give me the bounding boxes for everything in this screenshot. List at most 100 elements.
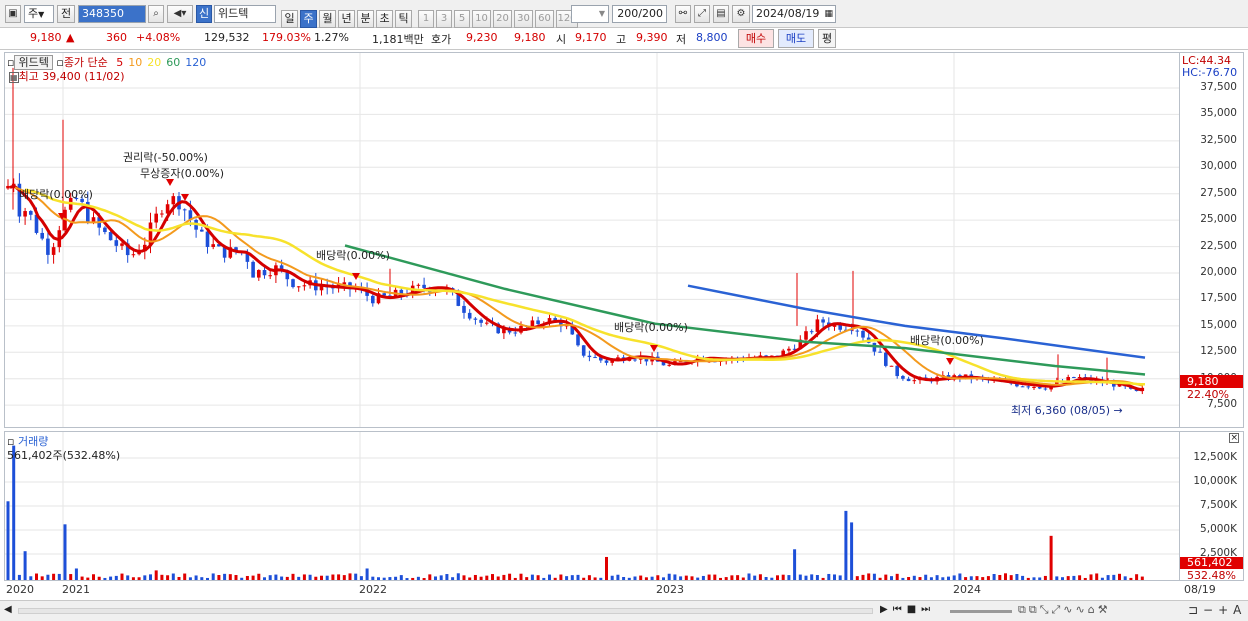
open-label: 시	[556, 33, 567, 46]
volume-bar	[285, 576, 289, 580]
volume-tick-label: 7,500K	[1200, 499, 1237, 511]
interval-button[interactable]: 1	[418, 10, 434, 28]
volume-bar	[776, 575, 779, 580]
candle-body	[604, 360, 609, 363]
tab-period[interactable]: 일	[281, 10, 298, 28]
drawing-tools-icons[interactable]: ⧉⧉⤡⤢∿∿⌂⚒	[1018, 603, 1111, 617]
interval-button[interactable]: 10	[472, 10, 491, 28]
tab-period[interactable]: 주	[300, 10, 317, 28]
volume-chart-svg	[5, 432, 1179, 580]
volume-tick-label: 12,500K	[1193, 451, 1237, 463]
save-icon[interactable]: ▤	[713, 5, 729, 23]
candle-body	[884, 352, 888, 366]
code-input[interactable]: 348350	[78, 5, 146, 23]
volume-bar	[696, 577, 700, 580]
candle-body	[268, 275, 272, 277]
tab-period[interactable]: 초	[376, 10, 393, 28]
speaker-icon[interactable]: ◀▾	[167, 5, 193, 23]
tab-period[interactable]: 월	[319, 10, 336, 28]
playback-icons[interactable]: ▶⏮■⏭	[880, 604, 935, 615]
volume-bar	[1038, 577, 1042, 580]
candle-body	[667, 364, 671, 366]
interval-button[interactable]: 20	[493, 10, 512, 28]
volume-bar	[23, 551, 27, 580]
volume-bar	[1021, 575, 1025, 580]
candle-body	[513, 332, 518, 334]
volume-bar	[964, 577, 968, 580]
interval-button[interactable]: 30	[514, 10, 533, 28]
volume-bar	[382, 577, 386, 580]
interval-select[interactable]: ▼	[571, 5, 609, 23]
stock-name-field[interactable]: 위드텍	[214, 5, 276, 23]
volume-bar	[1026, 577, 1030, 580]
candle-body	[536, 320, 540, 325]
sin-button[interactable]: 신	[196, 5, 212, 23]
volume-bar	[707, 574, 711, 580]
candle-body	[302, 285, 307, 287]
volume-bar	[1095, 573, 1099, 580]
tab-period[interactable]: 년	[338, 10, 355, 28]
price-tick-label: 25,000	[1200, 213, 1237, 226]
zoom-controls-icons[interactable]: ⊐−+A	[1188, 603, 1246, 617]
candle-body	[1026, 386, 1031, 388]
volume-axis[interactable]: × 12,500K 10,000K 7,500K 5,000K 2,500K 561,4…	[1180, 431, 1244, 581]
price-axis[interactable]: LC:44.34 HC:-76.70 37,500 35,000 32,500 30,…	[1180, 52, 1244, 428]
link-icon[interactable]: ⚯	[675, 5, 691, 23]
volume-bar	[622, 576, 626, 580]
annotation-dividend: 배당락(0.00%)	[316, 249, 390, 262]
volume-bar	[907, 577, 911, 580]
volume-chart-panel[interactable]: ▫ 거래량 561,402주(532.48%)	[4, 431, 1180, 581]
candle-body	[46, 238, 50, 255]
scrollbar-track[interactable]	[18, 608, 873, 614]
interval-button[interactable]: 3	[436, 10, 452, 28]
volume-bar	[468, 577, 472, 580]
volume-bar	[308, 574, 312, 580]
price-tick-label: 17,500	[1200, 292, 1237, 305]
price-chart-panel[interactable]: ▫ 위드텍 ▫종가 단순 5 10 20 60 120 ▦최고 39,400 (11/02…	[4, 52, 1180, 428]
period-select[interactable]: 주▼	[24, 5, 54, 23]
volume-bar	[1032, 577, 1036, 580]
buy-button[interactable]: 매수	[738, 29, 774, 48]
price-tick-label: 12,500	[1200, 345, 1237, 358]
volume-bar	[1106, 575, 1110, 580]
candle-body	[878, 351, 882, 353]
sell-button[interactable]: 매도	[778, 29, 814, 48]
search-icon[interactable]: ⌕	[148, 5, 164, 23]
candle-body	[262, 270, 267, 276]
volume-bar	[35, 573, 38, 580]
ma-legend-item: 60	[166, 56, 181, 69]
tab-period[interactable]: 틱	[395, 10, 412, 28]
candle-body	[211, 244, 215, 247]
scroll-left-icon[interactable]: ◀	[4, 604, 12, 615]
prev-button[interactable]: 전	[57, 5, 75, 23]
volume-bar	[764, 576, 768, 580]
layout-icon[interactable]: ▣	[5, 5, 21, 23]
interval-button[interactable]: 5	[454, 10, 470, 28]
count-field[interactable]: 200/200	[612, 5, 667, 23]
ma-legend-item: 10	[128, 56, 143, 69]
price-tick-label: 15,000	[1200, 318, 1237, 331]
tab-period[interactable]: 분	[357, 10, 374, 28]
close-panel-icon[interactable]: ×	[1229, 433, 1239, 443]
low-label: 저	[676, 33, 687, 46]
arrow-right-icon: →	[1113, 404, 1123, 417]
chevron-down-icon: ▼	[38, 10, 45, 19]
volume-bar	[1118, 573, 1121, 580]
crosshair-icon[interactable]: ⤢	[694, 5, 710, 23]
candle-body	[889, 365, 894, 367]
candle-body	[1020, 386, 1025, 388]
volume-bar	[1078, 575, 1082, 580]
volume-bar	[1055, 576, 1059, 580]
volume-bar	[86, 577, 90, 580]
date-field[interactable]: 2024/08/19 ▦	[752, 5, 836, 23]
interval-button[interactable]: 60	[535, 10, 554, 28]
annotation-dividend: 배당락(0.00%)	[614, 321, 688, 334]
volume-bar	[901, 577, 905, 580]
flat-button[interactable]: 평	[818, 29, 836, 48]
volume-bar	[188, 577, 192, 580]
volume-bar	[855, 576, 859, 580]
volume-bar	[935, 575, 939, 580]
gear-icon[interactable]: ⚙	[732, 5, 750, 23]
zoom-slider[interactable]	[950, 610, 1012, 613]
high-note-text: 최고 39,400 (11/02)	[18, 70, 125, 83]
